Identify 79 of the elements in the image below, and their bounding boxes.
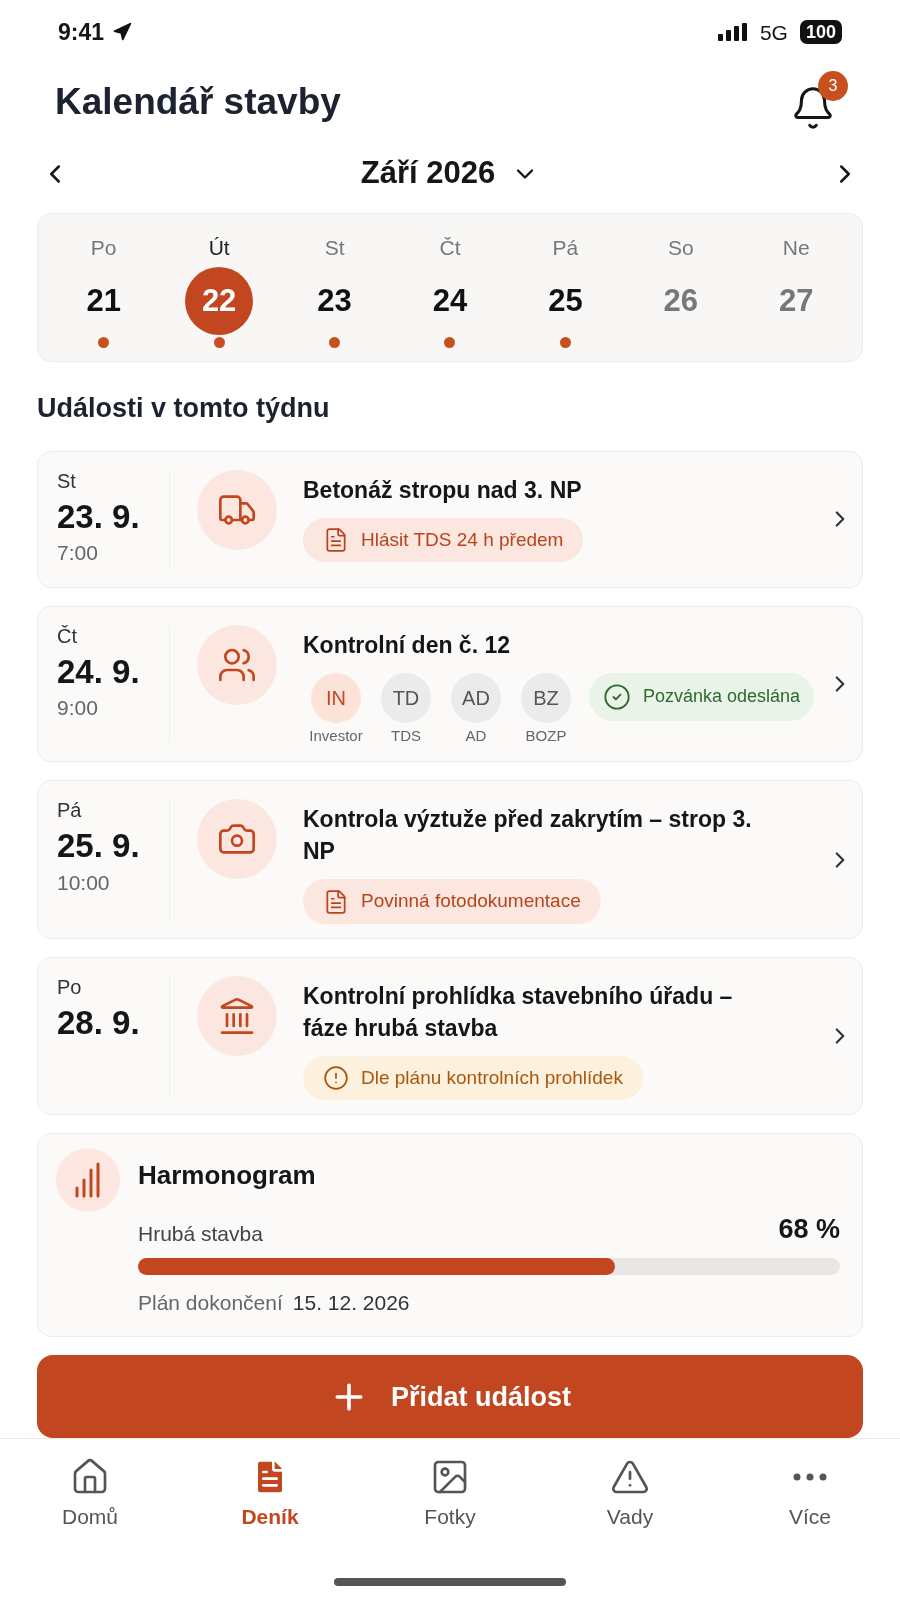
section-title: Události v tomto týdnu [37,392,331,426]
day-cell[interactable]: Út 22 [161,231,277,362]
event-weekday: Po [57,974,83,1000]
more-icon [793,1473,827,1482]
event-date: 25. 9. [57,826,141,867]
weekday-label: So [668,234,694,261]
event-card[interactable]: St 23. 9. 7:00 Betonáž stropu nad 3. NP Hlásit TDS 24 h předem [37,450,863,588]
event-time: 10:00 [57,869,111,896]
attendee-avatar: BZ [521,672,571,723]
event-title: Kontrolní prohlídka stavebního úřadu – fáze hrubá stavba [303,981,734,1043]
clock-time: 9:41 [58,18,105,47]
attendee-avatar: IN [311,672,361,723]
network-label: 5G [759,19,788,46]
day-number: 25 [547,282,584,320]
tab-bar-item[interactable]: Deník [220,1457,320,1533]
tab-bar-item[interactable]: Více [760,1457,860,1533]
event-title: Betonáž stropu nad 3. NP [303,475,583,505]
weekday-label: Čt [439,234,461,261]
weekday-label: Út [208,234,230,261]
weekday-label: Ne [782,234,810,261]
event-title: Kontrolní den č. 12 [303,630,512,660]
event-card[interactable]: Čt 24. 9. 9:00 Kontrolní den č. 12 IN Investor TD TDS AD AD BZ BOZP Pozvánka odeslána [37,605,863,763]
attendee-avatar: TD [381,672,431,723]
day-number: 24 [431,282,469,320]
event-time: 9:00 [57,695,99,722]
document-icon [323,527,349,554]
event-date: 24. 9. [57,651,141,692]
day-number: 27 [778,282,815,320]
attendee-role: TDS [391,725,421,746]
tag-text: Dle plánu kontrolních prohlídek [361,1065,623,1090]
tab-bar-item[interactable]: Vady [580,1457,680,1533]
attendee-role: AD [465,725,487,746]
event-weekday: Čt [57,623,78,649]
attendee-role: BOZP [525,725,567,746]
plan-date: 15. 12. 2026 [292,1289,410,1316]
day-cell[interactable]: St 23 [276,231,393,362]
event-card[interactable]: Po 28. 9. Kontrolní prohlídka stavebního úřadu – fáze hrubá stavba Dle plánu kontrolních prohlídek [37,956,863,1116]
day-cell[interactable]: So 26 [623,231,739,362]
weekday-label: Pá [552,234,579,261]
day-number: 21 [85,282,122,320]
day-number: 26 [662,282,700,320]
month-selector[interactable]: Září 2026 [360,150,540,197]
day-number: 23 [316,282,353,320]
progress-percent: 68 % [778,1213,840,1247]
tag-text: Povinná fotodokumentace [361,889,581,914]
tab-bar-item[interactable]: Fotky [400,1457,500,1533]
weekday-label: St [324,234,345,261]
day-cell[interactable]: Po 21 [46,231,162,362]
weekday-label: Po [90,234,117,261]
status-text: Pozvánka odeslána [642,685,800,709]
event-date: 23. 9. [57,496,141,537]
event-weekday: St [57,468,77,494]
schedule-title: Harmonogram [138,1159,317,1193]
notification-badge: 3 [818,71,848,102]
attendee-avatar: AD [451,672,501,723]
event-time: 7:00 [57,540,99,567]
attendee-role: Investor [309,725,363,746]
event-title: Kontrola výztuže před zakrytím – strop 3. NP [303,805,753,867]
event-weekday: Pá [57,798,83,824]
event-date: 28. 9. [57,1002,141,1043]
phase-label: Hrubá stavba [138,1221,263,1248]
page-title: Kalendář stavby [55,79,341,124]
bar-chart-icon [73,1162,103,1199]
location-icon [112,22,133,43]
alert-icon [323,1065,349,1092]
event-card[interactable]: Pá 25. 9. 10:00 Kontrola výztuže před zakrytím – strop 3. NP Povinná fotodokumentace [37,780,863,939]
day-number: 22 [185,267,254,336]
tab-bar-item[interactable]: Domů [40,1457,140,1533]
day-cell[interactable]: Čt 24 [392,231,508,362]
battery-level: 100 [799,20,842,45]
check-circle-icon [602,682,631,711]
signal-icon [717,23,748,42]
day-cell[interactable]: Pá 25 [507,231,624,362]
plan-label: Plán dokončení [138,1289,283,1316]
day-cell[interactable]: Ne 27 [738,231,854,362]
document-icon [323,888,349,915]
tag-text: Hlásit TDS 24 h předem [361,527,564,552]
notifications-button[interactable]: 3 [790,71,848,132]
add-event-button[interactable]: Přidat událost [37,1355,863,1439]
